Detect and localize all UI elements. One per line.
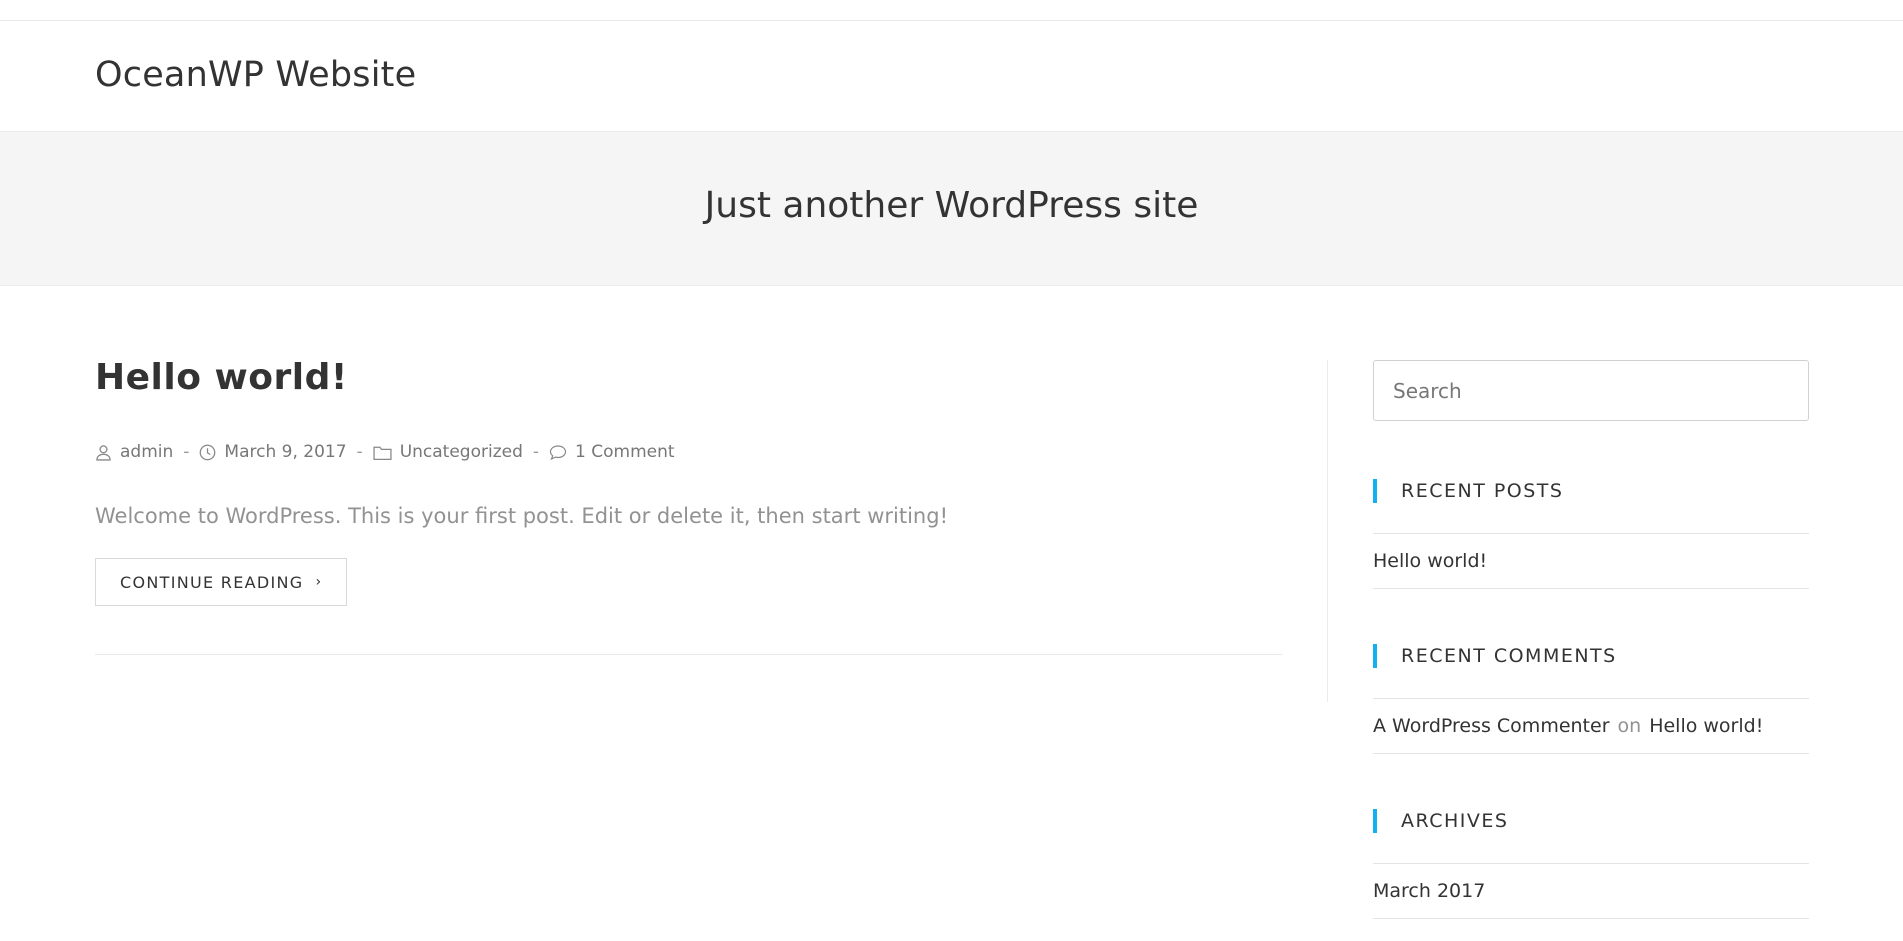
site-title-link[interactable]: OceanWP Website: [95, 55, 416, 95]
comment-author-link[interactable]: A WordPress Commenter: [1373, 715, 1610, 737]
post-entry: Hello world! admin - March 9, 2017 - Unc…: [95, 360, 1282, 606]
post-excerpt: Welcome to WordPress. This is your first…: [95, 504, 948, 528]
user-icon: [96, 444, 111, 461]
continue-reading-button[interactable]: CONTINUE READING ›: [95, 558, 348, 606]
recent-posts-widget: RECENT POSTS Hello world!: [1373, 479, 1809, 589]
archives-list: March 2017: [1373, 863, 1809, 919]
list-item: March 2017: [1373, 864, 1809, 919]
widget-title-archives: ARCHIVES: [1373, 809, 1809, 833]
list-item: Hello world!: [1373, 534, 1809, 589]
chevron-right-icon: ›: [315, 574, 323, 590]
post-date: March 9, 2017: [224, 442, 347, 462]
meta-author: admin: [95, 442, 173, 462]
comment-icon: [549, 444, 567, 460]
post-title[interactable]: Hello world!: [95, 360, 1282, 396]
main-content: Hello world! admin - March 9, 2017 - Unc…: [95, 360, 1282, 606]
category-link[interactable]: Uncategorized: [400, 442, 523, 462]
search-input[interactable]: [1373, 360, 1809, 421]
author-link[interactable]: admin: [120, 442, 173, 462]
recent-post-link[interactable]: Hello world!: [1373, 550, 1487, 572]
page-header: Just another WordPress site: [0, 131, 1903, 286]
post-divider: [95, 654, 1282, 655]
widget-title-recent-comments: RECENT COMMENTS: [1373, 644, 1809, 668]
comment-on-text: on: [1617, 715, 1642, 737]
list-item: A WordPress Commenter on Hello world!: [1373, 699, 1809, 754]
page-header-title: Just another WordPress site: [704, 185, 1199, 226]
sidebar-divider: [1327, 360, 1328, 702]
meta-date: March 9, 2017: [199, 442, 347, 462]
clock-icon: [200, 444, 216, 460]
recent-comments-widget: RECENT COMMENTS A WordPress Commenter on…: [1373, 644, 1809, 754]
meta-separator: -: [183, 442, 190, 462]
meta-comments: 1 Comment: [549, 442, 675, 462]
widget-title-recent-posts: RECENT POSTS: [1373, 479, 1809, 503]
archive-link[interactable]: March 2017: [1373, 880, 1485, 902]
top-bar: [0, 0, 1903, 21]
recent-posts-list: Hello world!: [1373, 533, 1809, 589]
continue-reading-label: CONTINUE READING: [120, 572, 304, 592]
folder-icon: [373, 446, 392, 460]
recent-comments-list: A WordPress Commenter on Hello world!: [1373, 698, 1809, 754]
comment-post-link[interactable]: Hello world!: [1649, 715, 1763, 737]
comments-link[interactable]: 1 Comment: [575, 442, 675, 462]
meta-separator: -: [532, 442, 540, 462]
sidebar: RECENT POSTS Hello world! RECENT COMMENT…: [1373, 360, 1809, 919]
meta-category: Uncategorized: [373, 442, 523, 462]
post-meta: admin - March 9, 2017 - Uncategorized - …: [95, 442, 1282, 462]
archives-widget: ARCHIVES March 2017: [1373, 809, 1809, 919]
site-header: OceanWP Website: [0, 21, 1903, 131]
meta-separator: -: [356, 442, 363, 462]
